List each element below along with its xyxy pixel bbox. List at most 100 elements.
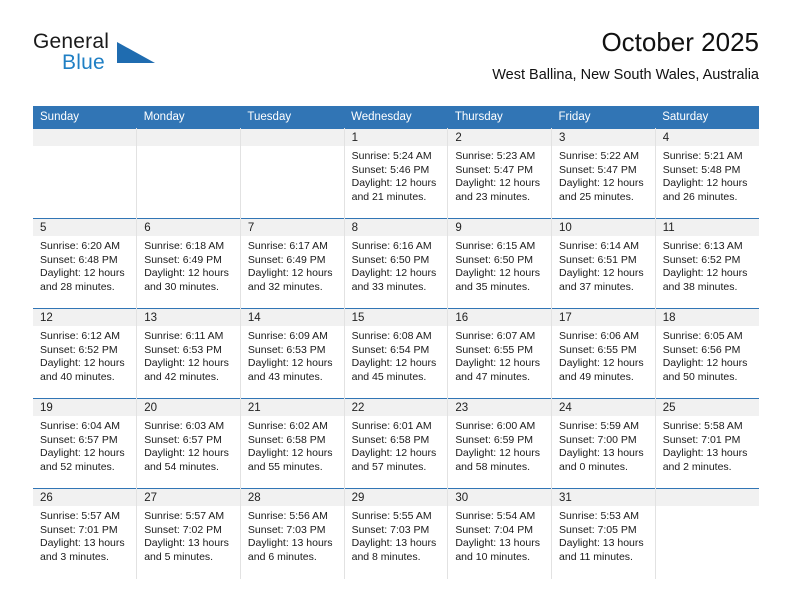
sunset-text: Sunset: 7:03 PM bbox=[351, 523, 430, 536]
sunset-text: Sunset: 6:58 PM bbox=[351, 433, 430, 446]
sunrise-text: Sunrise: 6:11 AM bbox=[144, 330, 224, 342]
daylight-text-line1: Daylight: 13 hours bbox=[247, 537, 333, 550]
weekday-header-saturday: Saturday bbox=[655, 106, 759, 129]
day-number: 14 bbox=[240, 309, 344, 326]
day-number: 28 bbox=[240, 489, 344, 506]
daylight-text-line2: and 11 minutes. bbox=[559, 550, 633, 563]
calendar-day-cell[interactable]: 18 Sunrise: 6:05 AM Sunset: 6:56 PM Dayligh… bbox=[655, 308, 759, 399]
calendar-day-cell-empty bbox=[240, 128, 345, 219]
calendar-day-cell[interactable]: 26 Sunrise: 5:57 AM Sunset: 7:01 PM Dayligh… bbox=[33, 488, 138, 579]
daylight-text-line1: Daylight: 12 hours bbox=[40, 357, 125, 370]
day-number: 20 bbox=[137, 399, 240, 416]
sunrise-text: Sunrise: 5:57 AM bbox=[40, 510, 120, 522]
calendar-day-cell[interactable]: 7 Sunrise: 6:17 AM Sunset: 6:49 PM Daylight… bbox=[240, 218, 345, 309]
daylight-text-line2: and 3 minutes. bbox=[40, 550, 109, 563]
page-title: October 2025 bbox=[601, 27, 759, 57]
day-number: 22 bbox=[344, 399, 447, 416]
calendar-day-cell[interactable]: 11 Sunrise: 6:13 AM Sunset: 6:52 PM Dayligh… bbox=[655, 218, 759, 309]
calendar-day-cell[interactable]: 20 Sunrise: 6:03 AM Sunset: 6:57 PM Dayligh… bbox=[136, 398, 241, 489]
daylight-text-line2: and 33 minutes. bbox=[351, 280, 427, 293]
calendar-day-cell[interactable]: 30 Sunrise: 5:54 AM Sunset: 7:04 PM Dayligh… bbox=[447, 488, 553, 579]
sunrise-text: Sunrise: 6:20 AM bbox=[40, 240, 120, 252]
calendar-day-cell[interactable]: 13 Sunrise: 6:11 AM Sunset: 6:53 PM Dayligh… bbox=[136, 308, 241, 399]
calendar-day-cell[interactable]: 6 Sunrise: 6:18 AM Sunset: 6:49 PM Daylight… bbox=[136, 218, 241, 309]
daylight-text-line1: Daylight: 12 hours bbox=[351, 267, 437, 280]
calendar-body: 1 Sunrise: 5:24 AM Sunset: 5:46 PM Daylight… bbox=[33, 128, 759, 579]
daylight-text-line2: and 43 minutes. bbox=[247, 370, 323, 383]
calendar-day-cell[interactable]: 2 Sunrise: 5:23 AM Sunset: 5:47 PM Daylight… bbox=[447, 128, 553, 219]
calendar-day-cell[interactable]: 24 Sunrise: 5:59 AM Sunset: 7:00 PM Dayligh… bbox=[551, 398, 656, 489]
sunset-text: Sunset: 7:05 PM bbox=[559, 523, 637, 536]
calendar-day-cell[interactable]: 1 Sunrise: 5:24 AM Sunset: 5:46 PM Daylight… bbox=[344, 128, 449, 219]
day-number: 7 bbox=[240, 219, 344, 236]
day-number bbox=[137, 129, 240, 146]
daylight-text-line1: Daylight: 13 hours bbox=[559, 537, 644, 550]
daylight-text-line1: Daylight: 12 hours bbox=[559, 267, 644, 280]
calendar-day-cell[interactable]: 17 Sunrise: 6:06 AM Sunset: 6:55 PM Dayligh… bbox=[551, 308, 656, 399]
day-details: Sunrise: 6:18 AM Sunset: 6:49 PM Daylight:… bbox=[137, 236, 239, 294]
calendar-day-cell[interactable]: 31 Sunrise: 5:53 AM Sunset: 7:05 PM Dayligh… bbox=[551, 488, 656, 579]
day-number: 9 bbox=[448, 219, 551, 236]
day-details: Sunrise: 5:57 AM Sunset: 7:02 PM Daylight:… bbox=[137, 506, 239, 564]
day-number bbox=[655, 489, 759, 506]
calendar-week-row: 1 Sunrise: 5:24 AM Sunset: 5:46 PM Daylight… bbox=[33, 128, 759, 219]
calendar-day-cell[interactable]: 25 Sunrise: 5:58 AM Sunset: 7:01 PM Dayligh… bbox=[655, 398, 759, 489]
day-number bbox=[33, 129, 136, 146]
daylight-text-line1: Daylight: 12 hours bbox=[144, 447, 229, 460]
calendar-day-cell[interactable]: 22 Sunrise: 6:01 AM Sunset: 6:58 PM Dayligh… bbox=[344, 398, 449, 489]
calendar-week-row: 5 Sunrise: 6:20 AM Sunset: 6:48 PM Daylight… bbox=[33, 218, 759, 309]
calendar-day-cell[interactable]: 23 Sunrise: 6:00 AM Sunset: 6:59 PM Dayligh… bbox=[447, 398, 553, 489]
sunrise-text: Sunrise: 6:03 AM bbox=[144, 420, 225, 432]
day-details: Sunrise: 5:56 AM Sunset: 7:03 PM Daylight:… bbox=[241, 506, 343, 564]
day-details: Sunrise: 6:04 AM Sunset: 6:57 PM Daylight:… bbox=[33, 416, 136, 474]
calendar-day-cell[interactable]: 14 Sunrise: 6:09 AM Sunset: 6:53 PM Dayligh… bbox=[240, 308, 345, 399]
daylight-text-line1: Daylight: 12 hours bbox=[662, 177, 748, 190]
calendar-day-cell[interactable]: 4 Sunrise: 5:21 AM Sunset: 5:48 PM Daylight… bbox=[655, 128, 759, 219]
sunrise-text: Sunrise: 6:06 AM bbox=[559, 330, 639, 342]
daylight-text-line2: and 40 minutes. bbox=[40, 370, 115, 383]
calendar-day-cell[interactable]: 12 Sunrise: 6:12 AM Sunset: 6:52 PM Dayligh… bbox=[33, 308, 138, 399]
weekday-header-monday: Monday bbox=[136, 106, 241, 129]
calendar-day-cell[interactable]: 28 Sunrise: 5:56 AM Sunset: 7:03 PM Dayligh… bbox=[240, 488, 345, 579]
calendar-day-cell[interactable]: 16 Sunrise: 6:07 AM Sunset: 6:55 PM Dayligh… bbox=[447, 308, 553, 399]
page-subtitle: West Ballina, New South Wales, Australia bbox=[492, 67, 759, 83]
calendar-week-row: 12 Sunrise: 6:12 AM Sunset: 6:52 PM Dayligh… bbox=[33, 308, 759, 399]
day-number: 11 bbox=[655, 219, 759, 236]
daylight-text-line2: and 32 minutes. bbox=[247, 280, 323, 293]
sunset-text: Sunset: 6:52 PM bbox=[662, 253, 741, 266]
daylight-text-line1: Daylight: 12 hours bbox=[351, 357, 437, 370]
calendar-day-cell[interactable]: 15 Sunrise: 6:08 AM Sunset: 6:54 PM Dayligh… bbox=[344, 308, 449, 399]
calendar-day-cell[interactable]: 27 Sunrise: 5:57 AM Sunset: 7:02 PM Dayligh… bbox=[136, 488, 241, 579]
calendar-week-row: 19 Sunrise: 6:04 AM Sunset: 6:57 PM Dayligh… bbox=[33, 398, 759, 489]
calendar-day-cell[interactable]: 19 Sunrise: 6:04 AM Sunset: 6:57 PM Dayligh… bbox=[33, 398, 138, 489]
calendar-day-cell[interactable]: 9 Sunrise: 6:15 AM Sunset: 6:50 PM Daylight… bbox=[447, 218, 553, 309]
sunset-text: Sunset: 6:55 PM bbox=[559, 343, 637, 356]
weekday-header-tuesday: Tuesday bbox=[240, 106, 345, 129]
day-details: Sunrise: 6:12 AM Sunset: 6:52 PM Daylight:… bbox=[33, 326, 136, 384]
day-number: 1 bbox=[344, 129, 447, 146]
general-blue-logo[interactable]: General Blue bbox=[33, 30, 163, 78]
sunrise-text: Sunrise: 6:04 AM bbox=[40, 420, 120, 432]
calendar-day-cell[interactable]: 21 Sunrise: 6:02 AM Sunset: 6:58 PM Dayligh… bbox=[240, 398, 345, 489]
day-details: Sunrise: 6:13 AM Sunset: 6:52 PM Daylight:… bbox=[656, 236, 759, 294]
day-number: 16 bbox=[448, 309, 551, 326]
daylight-text-line1: Daylight: 13 hours bbox=[351, 537, 437, 550]
calendar-day-cell[interactable]: 29 Sunrise: 5:55 AM Sunset: 7:03 PM Dayligh… bbox=[344, 488, 449, 579]
sunrise-text: Sunrise: 6:05 AM bbox=[662, 330, 743, 342]
calendar-day-cell[interactable]: 3 Sunrise: 5:22 AM Sunset: 5:47 PM Daylight… bbox=[551, 128, 656, 219]
sunset-text: Sunset: 7:02 PM bbox=[144, 523, 222, 536]
weekday-header-friday: Friday bbox=[551, 106, 656, 129]
daylight-text-line2: and 21 minutes. bbox=[351, 190, 427, 203]
calendar-day-cell[interactable]: 10 Sunrise: 6:14 AM Sunset: 6:51 PM Dayligh… bbox=[551, 218, 656, 309]
calendar-day-cell[interactable]: 5 Sunrise: 6:20 AM Sunset: 6:48 PM Daylight… bbox=[33, 218, 138, 309]
calendar-week-row: 26 Sunrise: 5:57 AM Sunset: 7:01 PM Dayligh… bbox=[33, 488, 759, 579]
sunset-text: Sunset: 7:04 PM bbox=[455, 523, 533, 536]
calendar-day-cell[interactable]: 8 Sunrise: 6:16 AM Sunset: 6:50 PM Daylight… bbox=[344, 218, 449, 309]
day-number bbox=[240, 129, 344, 146]
weekday-header-wednesday: Wednesday bbox=[344, 106, 448, 129]
daylight-text-line2: and 26 minutes. bbox=[662, 190, 738, 203]
day-details: Sunrise: 6:15 AM Sunset: 6:50 PM Daylight:… bbox=[448, 236, 550, 294]
sunrise-text: Sunrise: 6:00 AM bbox=[455, 420, 536, 432]
daylight-text-line1: Daylight: 12 hours bbox=[455, 357, 540, 370]
day-details: Sunrise: 6:09 AM Sunset: 6:53 PM Daylight:… bbox=[241, 326, 343, 384]
